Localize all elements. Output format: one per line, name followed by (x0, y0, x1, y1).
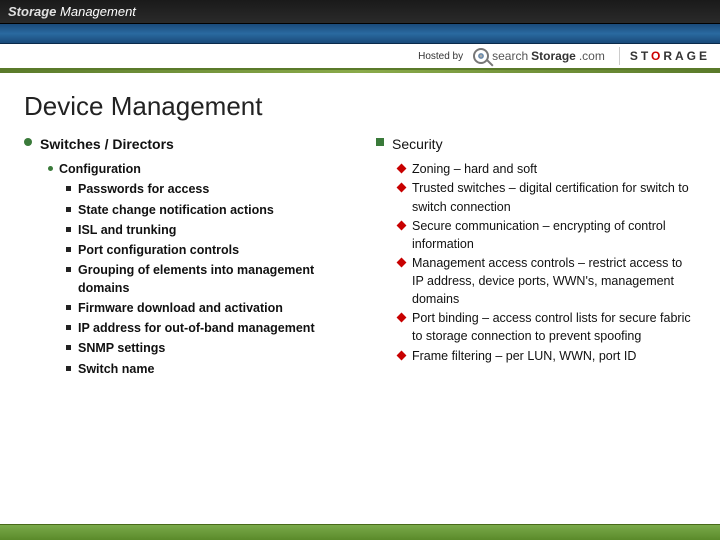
storage-wordmark-wrap: STORAGE (619, 47, 710, 65)
diamond-bullet-icon (397, 257, 407, 267)
list-item: Trusted switches – digital certification… (398, 179, 692, 215)
list-item-label: Management access controls – restrict ac… (412, 254, 692, 308)
list-item: Port binding – access control lists for … (398, 309, 692, 345)
square-bullet-icon (66, 305, 71, 310)
list-item-label: Trusted switches – digital certification… (412, 179, 692, 215)
list-item-label: State change notification actions (78, 201, 274, 219)
list-item: SNMP settings (66, 339, 340, 357)
left-sublist: Configuration Passwords for access State… (24, 160, 340, 377)
list-item-label: Grouping of elements into management dom… (78, 261, 340, 297)
bullet-circle-icon (24, 138, 32, 146)
banner-accent-strip (0, 24, 720, 44)
list-item-label: SNMP settings (78, 339, 165, 357)
search-word-search: search (492, 49, 528, 63)
left-subheading: Configuration (59, 160, 141, 178)
right-column: Security Zoning – hard and soft Trusted … (376, 134, 692, 380)
list-item: Passwords for access (66, 180, 340, 198)
list-item-label: ISL and trunking (78, 221, 176, 239)
columns: Switches / Directors Configuration Passw… (24, 134, 692, 380)
diamond-bullet-icon (397, 183, 407, 193)
search-word-storage: Storage (531, 49, 576, 63)
list-item: State change notification actions (66, 201, 340, 219)
list-item: Firmware download and activation (66, 299, 340, 317)
list-item-label: Port configuration controls (78, 241, 239, 259)
page-title: Device Management (24, 91, 692, 122)
storage-wordmark: STORAGE (630, 49, 710, 63)
list-item-label: Port binding – access control lists for … (412, 309, 692, 345)
square-bullet-icon (66, 345, 71, 350)
list-item-label: Firmware download and activation (78, 299, 283, 317)
left-heading: Switches / Directors (40, 134, 174, 154)
bottom-bar (0, 524, 720, 540)
list-item: Frame filtering – per LUN, WWN, port ID (398, 347, 692, 365)
left-heading-row: Switches / Directors (24, 134, 340, 154)
left-item-list: Passwords for access State change notifi… (48, 180, 340, 377)
left-subheading-row: Configuration (48, 160, 340, 178)
hosted-by-label: Hosted by (418, 51, 463, 62)
magnifier-icon (473, 48, 489, 64)
bullet-square-icon (376, 138, 384, 146)
right-heading-row: Security (376, 134, 692, 154)
list-item: IP address for out-of-band management (66, 319, 340, 337)
diamond-bullet-icon (397, 350, 407, 360)
list-item: ISL and trunking (66, 221, 340, 239)
square-bullet-icon (66, 366, 71, 371)
list-item: Grouping of elements into management dom… (66, 261, 340, 297)
search-word-dotcom: .com (579, 49, 605, 63)
square-bullet-icon (66, 207, 71, 212)
square-bullet-icon (66, 186, 71, 191)
content-area: Device Management Switches / Directors C… (0, 73, 720, 524)
square-bullet-icon (66, 227, 71, 232)
diamond-bullet-icon (397, 313, 407, 323)
top-banner: Storage Management (0, 0, 720, 24)
brand-word-management: Management (60, 4, 136, 19)
square-bullet-icon (66, 325, 71, 330)
left-column: Switches / Directors Configuration Passw… (24, 134, 340, 380)
hosted-by-row: Hosted by searchStorage.com STORAGE (0, 44, 720, 70)
list-item-label: Frame filtering – per LUN, WWN, port ID (412, 347, 636, 365)
list-item: Switch name (66, 360, 340, 378)
list-item: Management access controls – restrict ac… (398, 254, 692, 308)
list-item-label: Switch name (78, 360, 154, 378)
diamond-bullet-icon (397, 164, 407, 174)
dot-icon (48, 166, 53, 171)
list-item: Port configuration controls (66, 241, 340, 259)
list-item-label: Zoning – hard and soft (412, 160, 537, 178)
right-heading: Security (392, 134, 443, 154)
list-item: Secure communication – encrypting of con… (398, 217, 692, 253)
list-item-label: Passwords for access (78, 180, 209, 198)
diamond-bullet-icon (397, 220, 407, 230)
search-storage-logo: searchStorage.com (473, 48, 605, 64)
right-sublist: Zoning – hard and soft Trusted switches … (376, 160, 692, 364)
square-bullet-icon (66, 247, 71, 252)
brand-word-storage: Storage (8, 4, 56, 19)
list-item-label: IP address for out-of-band management (78, 319, 315, 337)
list-item-label: Secure communication – encrypting of con… (412, 217, 692, 253)
square-bullet-icon (66, 267, 71, 272)
list-item: Zoning – hard and soft (398, 160, 692, 178)
brand-logo: Storage Management (8, 4, 136, 19)
